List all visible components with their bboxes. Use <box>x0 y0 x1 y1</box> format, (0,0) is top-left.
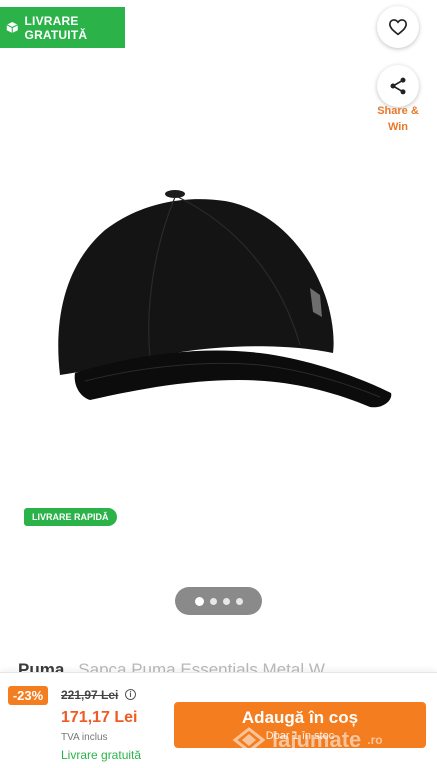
box-icon <box>6 22 18 33</box>
current-price: 171,17 Lei <box>61 709 138 726</box>
share-win-label[interactable]: Share & Win <box>366 103 430 133</box>
free-shipping-label: LIVRARE GRATUITĂ <box>24 13 88 42</box>
share-icon <box>390 77 406 95</box>
free-shipping-badge: LIVRARE GRATUITĂ <box>0 7 125 48</box>
free-delivery-note: Livrare gratuită <box>61 748 142 762</box>
add-to-cart-label: Adaugă în coș <box>241 708 359 727</box>
discount-badge: -23% <box>8 686 48 705</box>
add-to-cart-button[interactable]: Adaugă în coș Doar 1 în stoc <box>174 702 426 748</box>
stock-note: Doar 1 în stoc <box>265 730 335 742</box>
favorite-button[interactable] <box>377 6 419 48</box>
pager-dot[interactable] <box>222 597 230 605</box>
pager-dot[interactable] <box>209 597 217 605</box>
fast-delivery-badge: LIVRARE RAPIDĂ <box>24 508 117 526</box>
image-pager[interactable] <box>175 587 262 615</box>
heart-icon <box>388 19 408 36</box>
product-image[interactable] <box>45 185 395 410</box>
share-button[interactable] <box>377 65 419 107</box>
vat-note: TVA inclus <box>61 732 108 743</box>
pager-dot-active[interactable] <box>194 596 204 606</box>
old-price: 221,97 Lei <box>61 688 119 702</box>
info-icon[interactable]: i <box>125 689 136 700</box>
pager-dot[interactable] <box>235 597 243 605</box>
purchase-bar: -23% 221,97 Lei i 171,17 Lei TVA inclus … <box>0 672 437 768</box>
